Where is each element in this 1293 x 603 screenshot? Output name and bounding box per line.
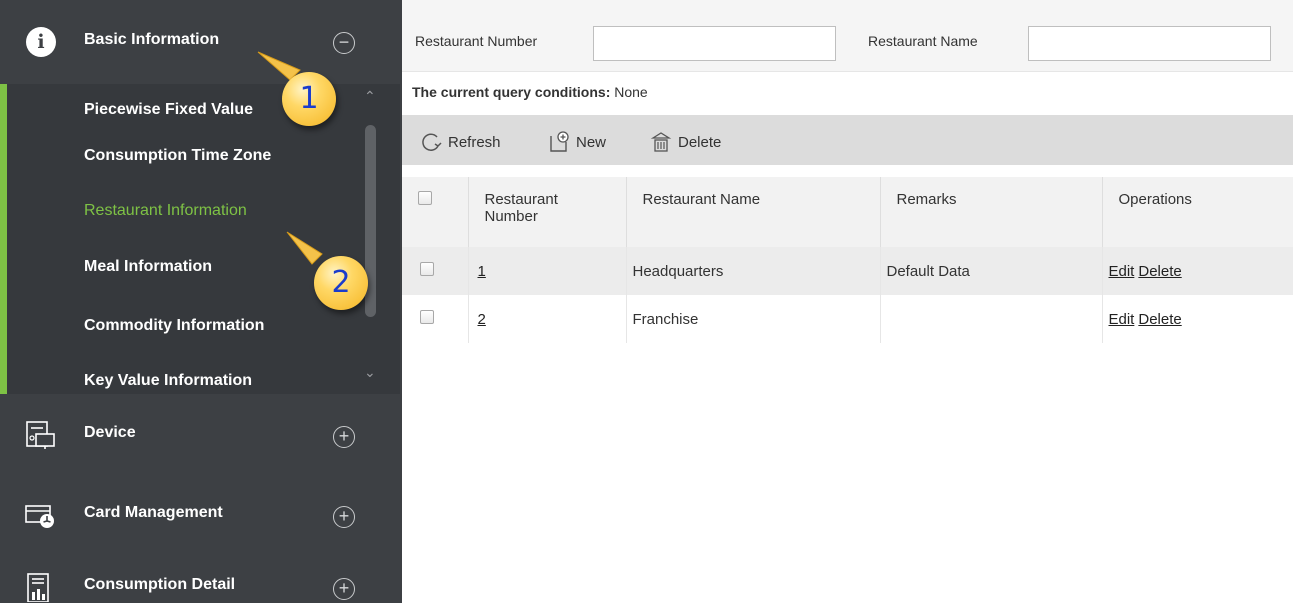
menu-device[interactable]: Device + (0, 396, 400, 466)
new-label: New (576, 133, 607, 151)
row-checkbox[interactable] (420, 262, 434, 276)
query-conditions-label: The current query conditions: (412, 84, 611, 100)
expand-icon[interactable]: + (333, 426, 355, 448)
header-restaurant-number-line2: Number (484, 208, 538, 225)
column-header-operations: Operations (1102, 177, 1293, 247)
delete-label: Delete (678, 133, 722, 151)
row-checkbox-cell (402, 247, 469, 295)
menu-consumption-detail-label: Consumption Detail (84, 576, 236, 593)
restaurant-name-input[interactable] (1028, 26, 1271, 61)
remarks-cell (880, 295, 1103, 343)
operations-cell: Edit Delete (1102, 295, 1293, 343)
menu-card-management-label: Card Management (84, 504, 223, 521)
restaurant-name-cell: Headquarters (626, 247, 881, 295)
row-checkbox-cell (402, 295, 469, 343)
submenu-item-consumption-time-zone[interactable]: Consumption Time Zone (84, 147, 271, 165)
restaurant-number-link[interactable]: 1 (478, 263, 486, 280)
submenu-item-meal-information[interactable]: Meal Information (84, 258, 212, 276)
main-panel: Restaurant Number Restaurant Name The cu… (402, 0, 1293, 603)
operations-cell: Edit Delete (1102, 247, 1293, 295)
callout-badge-1: 1 (282, 72, 336, 126)
expand-icon[interactable]: + (333, 506, 355, 528)
scroll-up-icon[interactable]: ⌃ (364, 88, 376, 105)
restaurant-name-label: Restaurant Name (868, 33, 978, 49)
scroll-down-icon[interactable]: ⌄ (364, 364, 376, 381)
new-icon (550, 131, 569, 152)
header-restaurant-number-line1: Restaurant (484, 191, 558, 208)
delete-link[interactable]: Delete (1138, 263, 1181, 280)
submenu-item-restaurant-information[interactable]: Restaurant Information (84, 202, 247, 220)
restaurant-number-input[interactable] (593, 26, 836, 61)
table-row[interactable]: 2 Franchise Edit Delete (402, 295, 1293, 343)
menu-basic-information[interactable]: i Basic Information − (0, 0, 400, 84)
active-section-accent (0, 84, 7, 394)
restaurant-number-link[interactable]: 2 (478, 311, 486, 328)
card-management-icon (25, 505, 54, 528)
filter-bar: Restaurant Number Restaurant Name (402, 0, 1293, 72)
select-all-checkbox[interactable] (418, 191, 432, 205)
query-conditions-value: None (614, 84, 648, 100)
consumption-detail-icon (27, 573, 49, 602)
refresh-label: Refresh (448, 133, 501, 151)
refresh-icon (422, 133, 442, 151)
restaurant-table: Restaurant Number Restaurant Name Remark… (402, 177, 1293, 343)
restaurant-number-label: Restaurant Number (415, 33, 538, 49)
new-button[interactable]: New (548, 131, 606, 153)
edit-link[interactable]: Edit (1109, 311, 1135, 328)
delete-button[interactable]: Delete (650, 131, 721, 153)
delete-icon (650, 132, 672, 152)
submenu-item-piecewise-fixed-value[interactable]: Piecewise Fixed Value (84, 101, 253, 119)
submenu-item-commodity-information[interactable]: Commodity Information (84, 317, 264, 335)
device-icon (26, 421, 55, 449)
edit-link[interactable]: Edit (1109, 263, 1135, 280)
column-header-restaurant-number[interactable]: Restaurant Number (468, 177, 627, 247)
collapse-icon[interactable]: − (333, 32, 355, 54)
restaurant-name-cell: Franchise (626, 295, 881, 343)
info-icon: i (26, 27, 56, 57)
expand-icon[interactable]: + (333, 578, 355, 600)
basic-information-submenu: Piecewise Fixed Value Consumption Time Z… (0, 84, 400, 394)
menu-consumption-detail[interactable]: Consumption Detail + (0, 548, 400, 603)
submenu-item-key-value-information[interactable]: Key Value Information (84, 372, 252, 390)
query-conditions: The current query conditions: None (412, 84, 648, 100)
select-all-cell (402, 177, 469, 247)
table-header-row: Restaurant Number Restaurant Name Remark… (402, 177, 1293, 247)
toolbar: Refresh New Delete (402, 115, 1293, 165)
delete-link[interactable]: Delete (1138, 311, 1181, 328)
row-checkbox[interactable] (420, 310, 434, 324)
menu-basic-information-label: Basic Information (84, 31, 220, 48)
refresh-button[interactable]: Refresh (420, 131, 501, 153)
menu-device-label: Device (84, 424, 136, 441)
table-row[interactable]: 1 Headquarters Default Data Edit Delete (402, 247, 1293, 295)
callout-badge-2: 2 (314, 256, 368, 310)
remarks-cell: Default Data (880, 247, 1103, 295)
column-header-restaurant-name[interactable]: Restaurant Name (626, 177, 881, 247)
menu-card-management[interactable]: Card Management + (0, 476, 400, 546)
column-header-remarks[interactable]: Remarks (880, 177, 1103, 247)
